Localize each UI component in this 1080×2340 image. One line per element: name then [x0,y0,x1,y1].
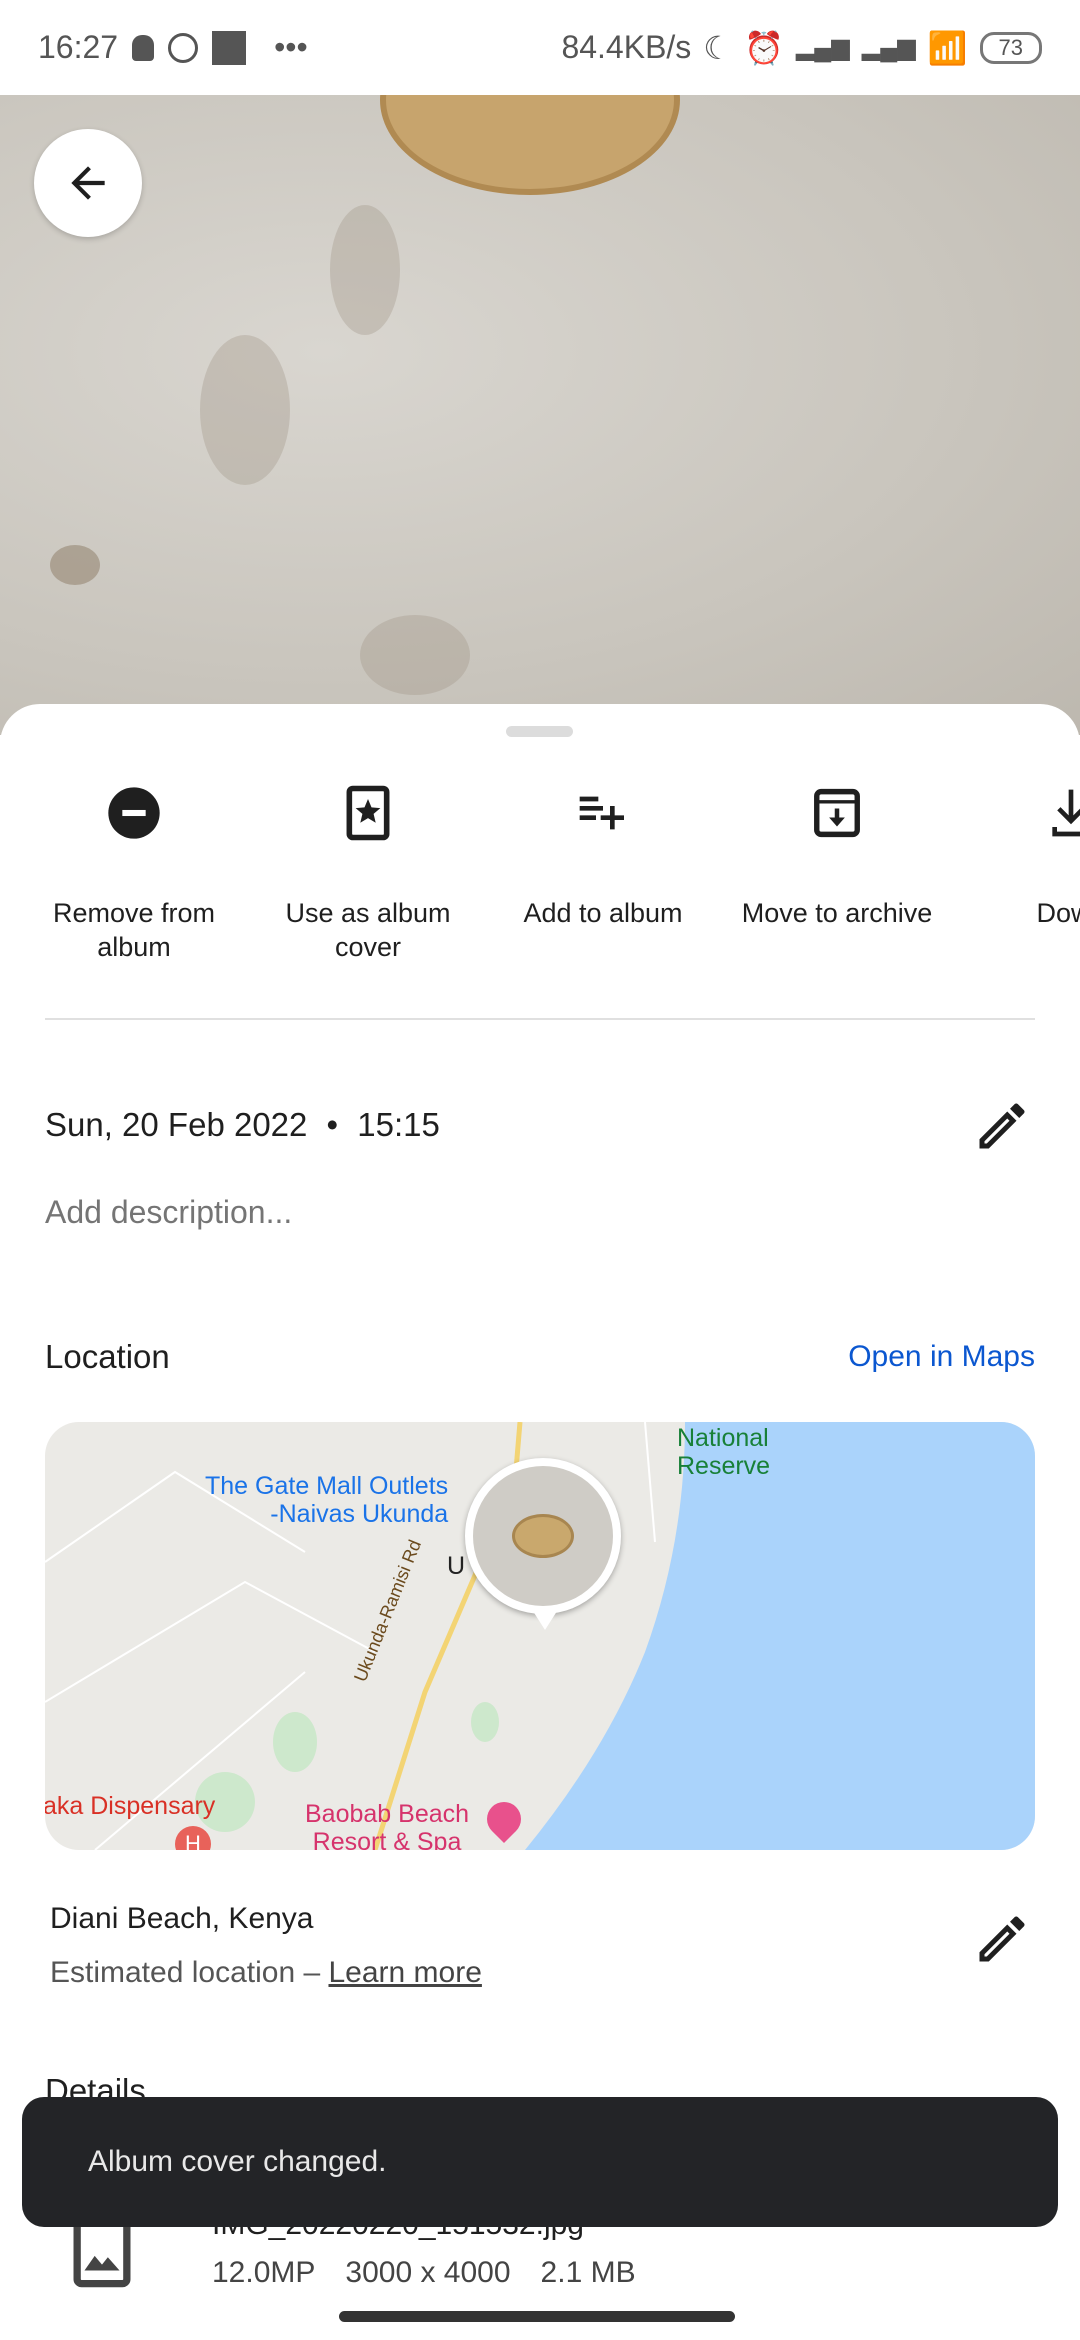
archive-icon [814,788,860,838]
signal-icon: ▂▄▆ [861,34,916,61]
remove-from-album-button[interactable]: Remove from album [17,780,251,964]
battery-icon: 73 [979,31,1042,64]
download-icon [1052,789,1080,837]
place-name: Diani Beach, Kenya [50,1902,314,1935]
flipboard-icon [212,30,247,65]
location-title: Location [45,1338,170,1375]
network-speed: 84.4KB/s [561,29,692,65]
remove-circle-icon [108,787,160,839]
drag-handle[interactable] [506,726,573,737]
photo-view[interactable] [0,95,1080,735]
hat-photo [380,95,680,195]
file-meta: 12.0MP 3000 x 4000 2.1 MB [212,2256,636,2289]
ghost-icon [132,34,155,61]
snackbar-toast: Album cover changed. [22,2097,1058,2227]
wifi-icon: 📶 [927,29,968,66]
whatsapp-icon [168,32,199,63]
action-label: Add to album [523,898,683,928]
pin-tail [531,1608,559,1630]
learn-more-link[interactable]: Learn more [328,1956,481,1989]
edit-location-button[interactable] [972,1909,1032,1969]
location-map[interactable]: The Gate Mall Outlets -Naivas Ukunda Nat… [45,1422,1035,1850]
move-to-archive-button[interactable]: Move to archive [720,780,954,930]
map-label-town: U [447,1552,466,1580]
album-cover-star-icon [346,785,390,841]
photo-thumbnail [473,1466,613,1606]
action-label: Move to archive [741,898,933,928]
open-in-maps-link[interactable]: Open in Maps [848,1340,1035,1374]
download-button[interactable]: Down [954,780,1080,930]
map-label-dispensary: aka Dispensary [45,1792,216,1820]
map-label-mall: The Gate Mall Outlets -Naivas Ukunda [205,1472,449,1528]
arrow-back-icon [71,166,105,200]
clock: 16:27 [38,29,119,65]
add-to-album-button[interactable]: Add to album [486,780,720,930]
playlist-add-icon [579,796,624,830]
notification-icons: ••• [132,29,308,66]
alarm-icon: ⏰ [743,29,784,66]
date: Sun, 20 Feb 2022 [45,1106,308,1143]
action-label: Use as album cover [285,898,451,962]
map-label-resort: Baobab Beach Resort & Spa [305,1800,470,1850]
divider [45,1018,1035,1020]
home-indicator[interactable] [339,2311,735,2322]
signal-icon: ▂▄▆ [795,34,850,61]
moon-icon: ☾ [703,29,732,66]
use-as-album-cover-button[interactable]: Use as album cover [251,780,485,964]
map-label-reserve: National Reserve [677,1424,771,1480]
date-time: Sun, 20 Feb 2022 • 15:15 [45,1106,440,1143]
back-button[interactable] [34,129,142,237]
action-label: Down [1036,898,1080,928]
estimated-location: Estimated location – Learn more [50,1956,482,1989]
toast-message: Album cover changed. [88,2145,387,2178]
edit-date-button[interactable] [972,1096,1032,1156]
add-description-input[interactable]: Add description... [45,1194,292,1231]
status-bar: 16:27 ••• 84.4KB/s ☾ ⏰ ▂▄▆ ▂▄▆ 📶 73 [0,0,1080,95]
action-label: Remove from album [52,898,216,962]
more-icon: ••• [274,29,308,65]
photo-location-pin[interactable] [465,1458,621,1614]
time: 15:15 [357,1106,440,1143]
